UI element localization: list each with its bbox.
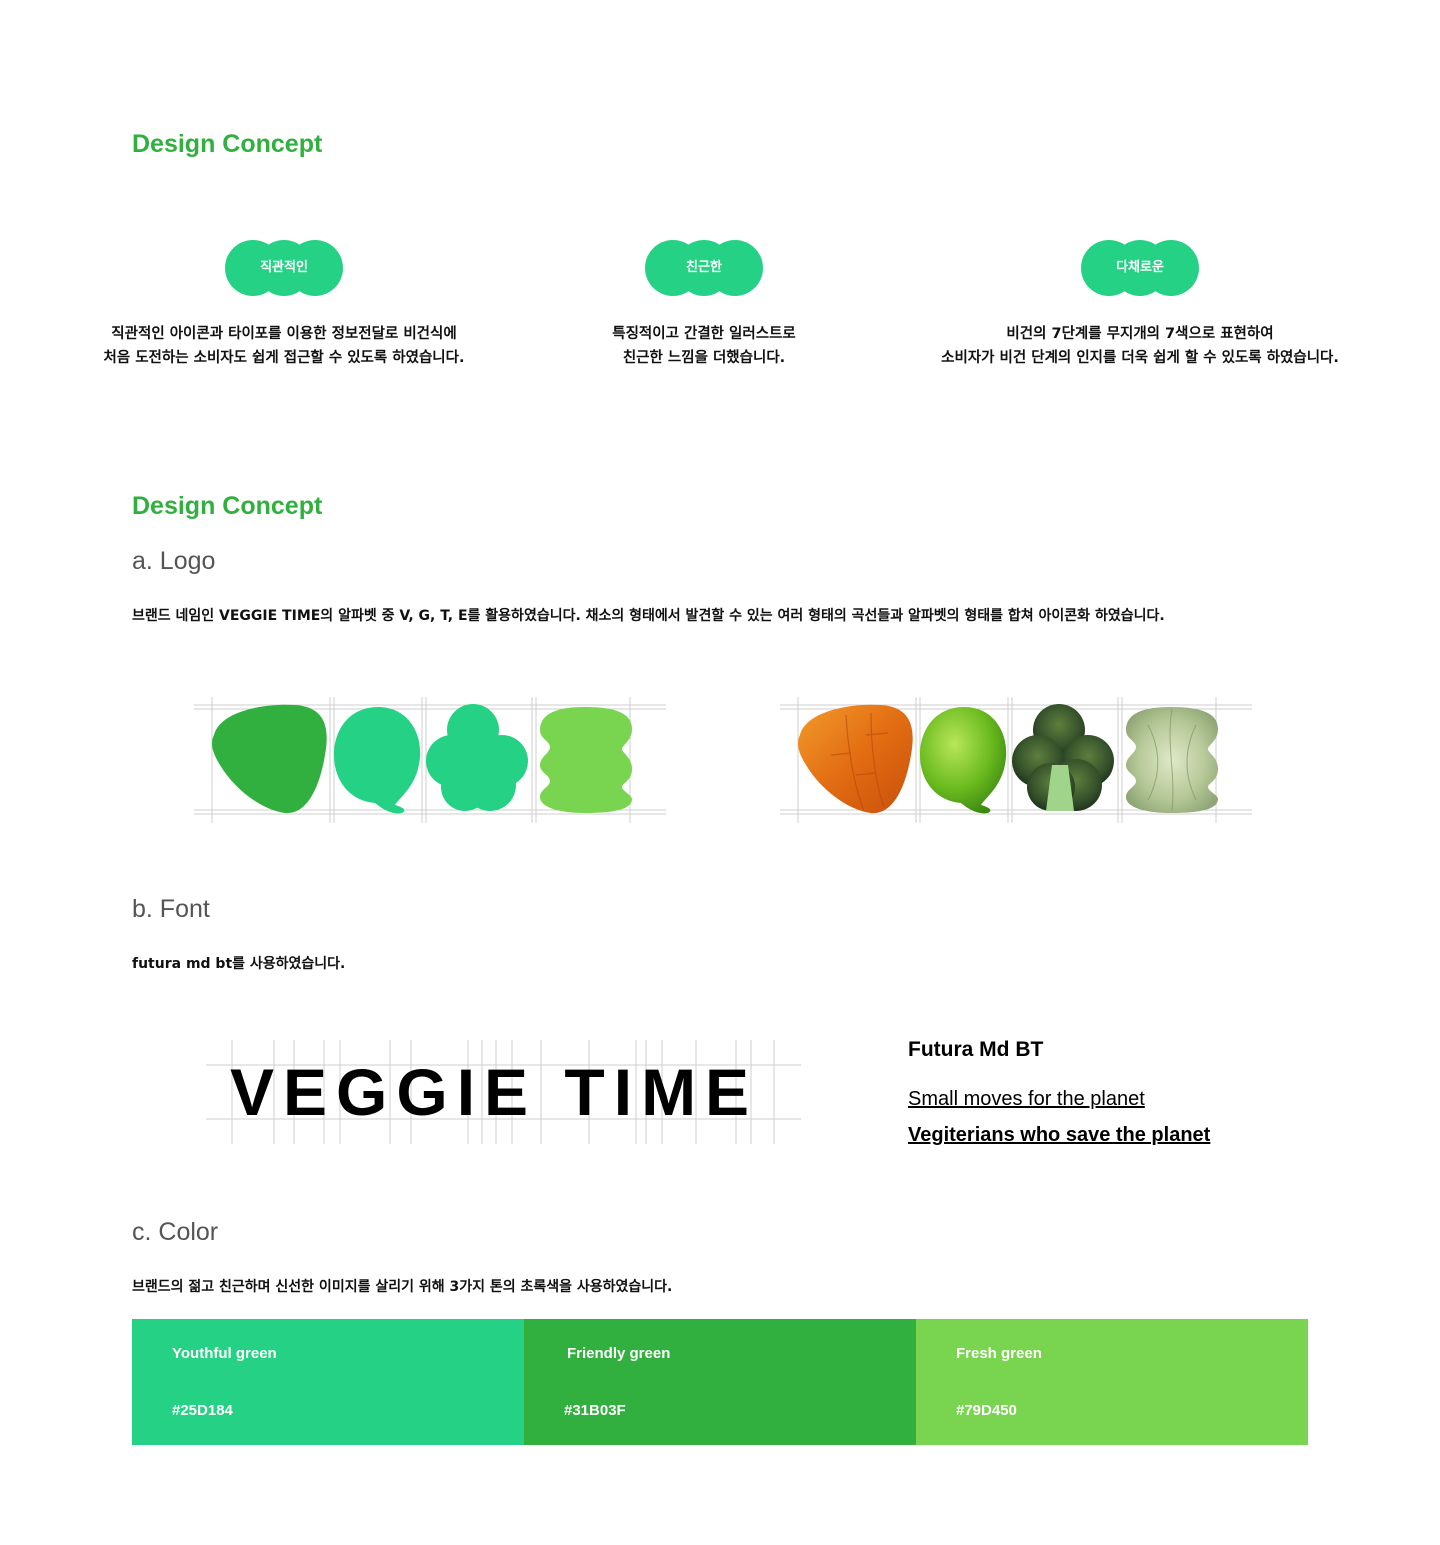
concept-badge: 다채로운: [1081, 240, 1199, 296]
concept-description: 비건의 7단계를 무지개의 7색으로 표현하여 소비자가 비건 단계의 인지를 …: [941, 326, 1339, 366]
concept-friendly: 친근한 특징적이고 간결한 일러스트로 친근한 느낌을 더했습니다.: [469, 240, 939, 370]
concept-badge: 직관적인: [225, 240, 343, 296]
logo-icons-photo: [780, 697, 1252, 823]
swatch-hex: #31B03F: [564, 1402, 626, 1419]
concept-colorful: 다채로운 비건의 7단계를 무지개의 7색으로 표현하여 소비자가 비건 단계의…: [905, 240, 1375, 370]
logo-t-icon: [426, 704, 528, 811]
section-title-design-concept-2: Design Concept: [132, 492, 323, 520]
swatch-name: Friendly green: [567, 1345, 671, 1362]
logo-cabbage-icon: [1126, 707, 1218, 813]
swatch-fresh-green: Fresh green #79D450: [916, 1319, 1308, 1445]
color-heading: c. Color: [132, 1218, 219, 1246]
concept-intuitive: 직관적인 직관적인 아이콘과 타이포를 이용한 정보전달로 비건식에 처음 도전…: [49, 240, 519, 370]
concept-badge-label: 직관적인: [260, 260, 308, 275]
logo-carrot-icon: [798, 704, 913, 814]
section-title-design-concept-1: Design Concept: [132, 130, 323, 158]
wordmark-text: VEGGIE TIME: [230, 1055, 759, 1129]
logo-description: 브랜드 네임인 VEGGIE TIME의 알파벳 중 V, G, T, E를 활…: [132, 608, 1165, 624]
swatch-hex: #25D184: [172, 1402, 233, 1419]
font-description: futura md bt를 사용하였습니다.: [132, 956, 346, 972]
font-sample-regular: Small moves for the planet: [908, 1088, 1145, 1110]
logo-v-icon: [212, 704, 327, 814]
concept-description: 직관적인 아이콘과 타이포를 이용한 정보전달로 비건식에 처음 도전하는 소비…: [103, 326, 465, 366]
logo-heading: a. Logo: [132, 547, 216, 575]
logo-e-icon: [540, 707, 632, 813]
concept-badge-label: 친근한: [686, 260, 722, 275]
swatch-youthful-green: Youthful green #25D184: [132, 1319, 524, 1445]
swatch-name: Fresh green: [956, 1345, 1042, 1362]
concept-description: 특징적이고 간결한 일러스트로 친근한 느낌을 더했습니다.: [612, 326, 796, 366]
swatch-friendly-green: Friendly green #31B03F: [524, 1319, 916, 1445]
font-sample-bold: Vegiterians who save the planet: [908, 1124, 1211, 1146]
swatch-hex: #79D450: [956, 1402, 1017, 1419]
color-description: 브랜드의 젊고 친근하며 신선한 이미지를 살리기 위해 3가지 톤의 초록색을…: [132, 1279, 673, 1295]
logo-g-icon: [334, 707, 421, 814]
concept-badge: 친근한: [645, 240, 763, 296]
concept-badge-label: 다채로운: [1116, 260, 1164, 275]
wordmark-grid: VEGGIE TIME: [206, 1040, 801, 1144]
logo-icons-flat: [194, 697, 666, 823]
font-name: Futura Md BT: [908, 1038, 1044, 1061]
font-heading: b. Font: [132, 895, 210, 923]
swatch-name: Youthful green: [172, 1345, 277, 1362]
logo-pepper-icon: [920, 707, 1007, 814]
